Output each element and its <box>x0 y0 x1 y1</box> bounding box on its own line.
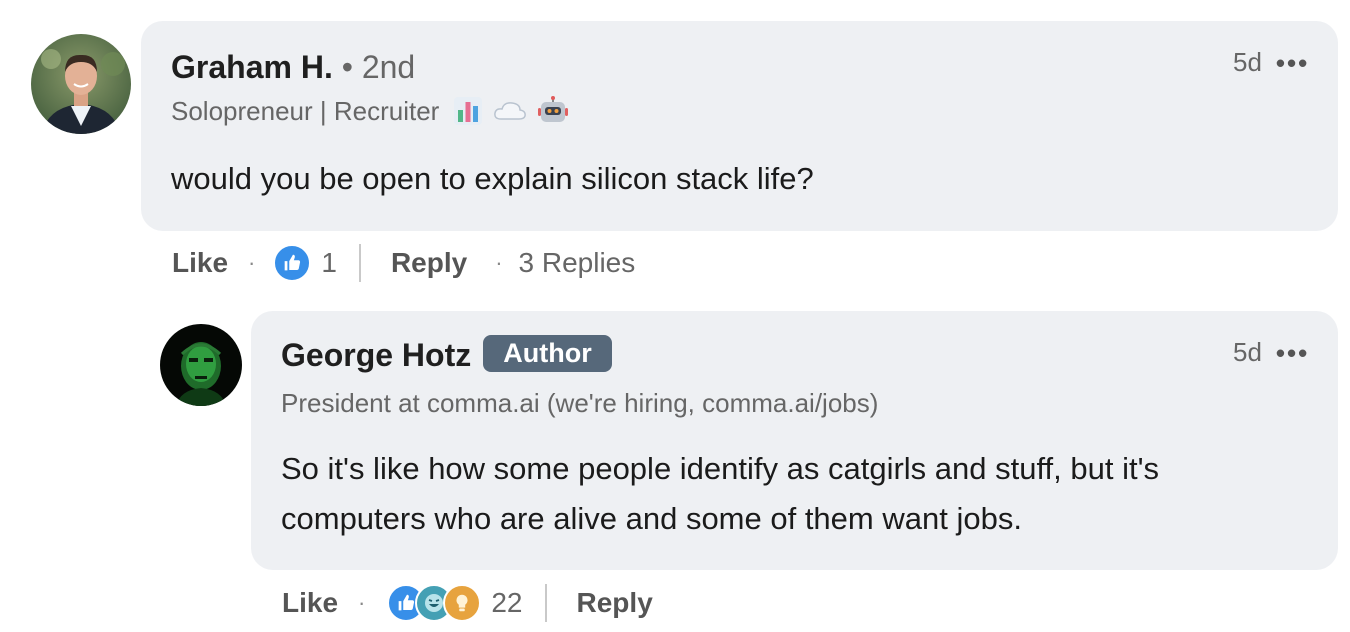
reply-button[interactable]: Reply <box>577 587 653 619</box>
connection-degree: • 2nd <box>341 49 416 85</box>
headline-text: Solopreneur | Recruiter <box>171 95 440 126</box>
avatar-george[interactable] <box>160 324 242 406</box>
like-button[interactable]: Like <box>172 247 228 279</box>
robot-icon <box>537 95 569 127</box>
avatar-graham[interactable] <box>31 34 131 134</box>
reactions-summary[interactable] <box>273 244 312 282</box>
divider <box>544 584 547 622</box>
cloud-icon <box>493 99 527 123</box>
reply-timestamp: 5d <box>1233 337 1262 367</box>
reply-meta: 5d ••• <box>1233 337 1309 368</box>
author-badge: Author <box>483 335 612 372</box>
reply-text: So it's like how some people identify as… <box>281 444 1159 544</box>
insightful-reaction-icon <box>443 584 482 622</box>
comment-bubble: Graham H. • 2nd Solopreneur | Recruiter <box>141 21 1338 231</box>
author-name-text[interactable]: George Hotz <box>281 337 471 373</box>
more-options-icon[interactable]: ••• <box>1276 340 1309 366</box>
like-reaction-icon <box>273 244 312 282</box>
bar-chart-icon <box>453 96 483 126</box>
reply-button[interactable]: Reply <box>391 247 467 279</box>
view-replies-link[interactable]: 3 Replies <box>519 247 636 279</box>
separator: · <box>248 250 256 275</box>
separator: · <box>358 590 366 615</box>
reply-text-line: So it's like how some people identify as… <box>281 451 1159 486</box>
separator: · <box>495 250 503 275</box>
comment-timestamp: 5d <box>1233 47 1262 77</box>
author-name-text[interactable]: Graham H. <box>171 49 333 85</box>
reply-text-line: computers who are alive and some of them… <box>281 501 1022 536</box>
reply-author-headline: President at comma.ai (we're hiring, com… <box>281 388 879 418</box>
reaction-count[interactable]: 1 <box>321 247 337 279</box>
comment-actions: Like · 1 Reply · 3 Replies <box>172 244 635 282</box>
reply-actions: Like · 22 Reply <box>282 584 653 622</box>
comment-text: would you be open to explain silicon sta… <box>171 161 814 196</box>
reply-bubble: George Hotz Author President at comma.ai … <box>251 311 1338 570</box>
like-button[interactable]: Like <box>282 587 338 619</box>
reactions-summary[interactable] <box>387 584 482 622</box>
reaction-count[interactable]: 22 <box>491 587 522 619</box>
reply-author-name[interactable]: George Hotz Author <box>281 335 612 374</box>
comment-meta: 5d ••• <box>1233 47 1309 78</box>
divider <box>358 244 361 282</box>
more-options-icon[interactable]: ••• <box>1276 50 1309 76</box>
comment-author-name[interactable]: Graham H. • 2nd <box>171 49 415 86</box>
comment-author-headline: Solopreneur | Recruiter <box>171 95 569 127</box>
